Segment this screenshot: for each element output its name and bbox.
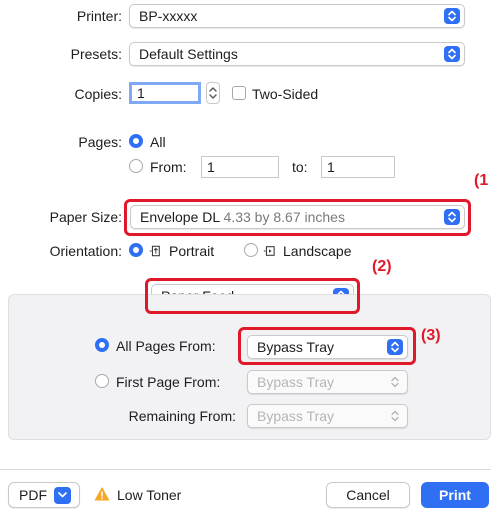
landscape-label: Landscape — [283, 243, 352, 259]
portrait-icon — [149, 244, 161, 258]
presets-value: Default Settings — [139, 46, 238, 62]
landscape-radio[interactable] — [244, 243, 258, 257]
pages-all-radio[interactable] — [129, 134, 143, 148]
callout-label-3: (3) — [421, 327, 441, 344]
chevron-down-icon — [54, 486, 71, 504]
printer-popup[interactable]: BP-xxxxx — [129, 4, 465, 28]
footer-divider — [0, 469, 491, 470]
all-pages-from-radio[interactable] — [95, 338, 109, 352]
paper-size-label: Paper Size: — [49, 209, 122, 225]
callout-label-2: (2) — [372, 258, 392, 275]
chevron-updown-icon — [387, 408, 403, 424]
print-button[interactable]: Print — [421, 482, 489, 508]
presets-label: Presets: — [70, 46, 122, 62]
copies-stepper[interactable] — [206, 82, 220, 104]
presets-popup[interactable]: Default Settings — [129, 42, 465, 66]
pdf-menu-button[interactable]: PDF — [8, 482, 80, 508]
callout-box-3 — [238, 327, 416, 365]
all-pages-from-label: All Pages From: — [116, 338, 216, 354]
callout-label-1: (1 — [474, 172, 489, 189]
landscape-icon — [263, 244, 275, 258]
two-sided-checkbox[interactable] — [232, 86, 246, 100]
pages-all-label: All — [150, 134, 166, 150]
copies-field[interactable]: 1 — [129, 82, 201, 104]
pdf-label: PDF — [19, 487, 47, 503]
pages-to-field[interactable]: 1 — [321, 156, 395, 178]
remaining-from-value: Bypass Tray — [257, 408, 335, 424]
pages-from-radio[interactable] — [129, 159, 143, 173]
chevron-updown-icon — [444, 8, 460, 24]
two-sided-label: Two-Sided — [252, 86, 319, 102]
pages-from-label: From: — [150, 159, 187, 175]
first-page-from-radio[interactable] — [95, 374, 109, 388]
pages-label: Pages: — [78, 134, 122, 150]
pages-from-field[interactable]: 1 — [201, 156, 279, 178]
first-page-from-label: First Page From: — [116, 374, 221, 390]
remaining-from-label: Remaining From: — [128, 408, 236, 424]
portrait-label: Portrait — [169, 243, 215, 259]
portrait-radio[interactable] — [129, 243, 143, 257]
callout-box-2 — [145, 278, 360, 314]
first-page-from-popup[interactable]: Bypass Tray — [247, 370, 408, 394]
orientation-label: Orientation: — [49, 243, 122, 259]
low-toner-label: Low Toner — [117, 487, 182, 503]
copies-label: Copies: — [74, 86, 122, 102]
cancel-button[interactable]: Cancel — [326, 482, 410, 508]
callout-box-1 — [124, 199, 471, 236]
chevron-updown-icon — [444, 46, 460, 62]
printer-label: Printer: — [76, 8, 122, 24]
printer-value: BP-xxxxx — [139, 8, 198, 24]
stepper-arrows-icon — [209, 87, 217, 99]
chevron-updown-icon — [387, 374, 403, 390]
first-page-from-value: Bypass Tray — [257, 374, 335, 390]
warning-icon — [94, 486, 110, 502]
pages-to-label: to: — [292, 159, 308, 175]
remaining-from-popup[interactable]: Bypass Tray — [247, 404, 408, 428]
